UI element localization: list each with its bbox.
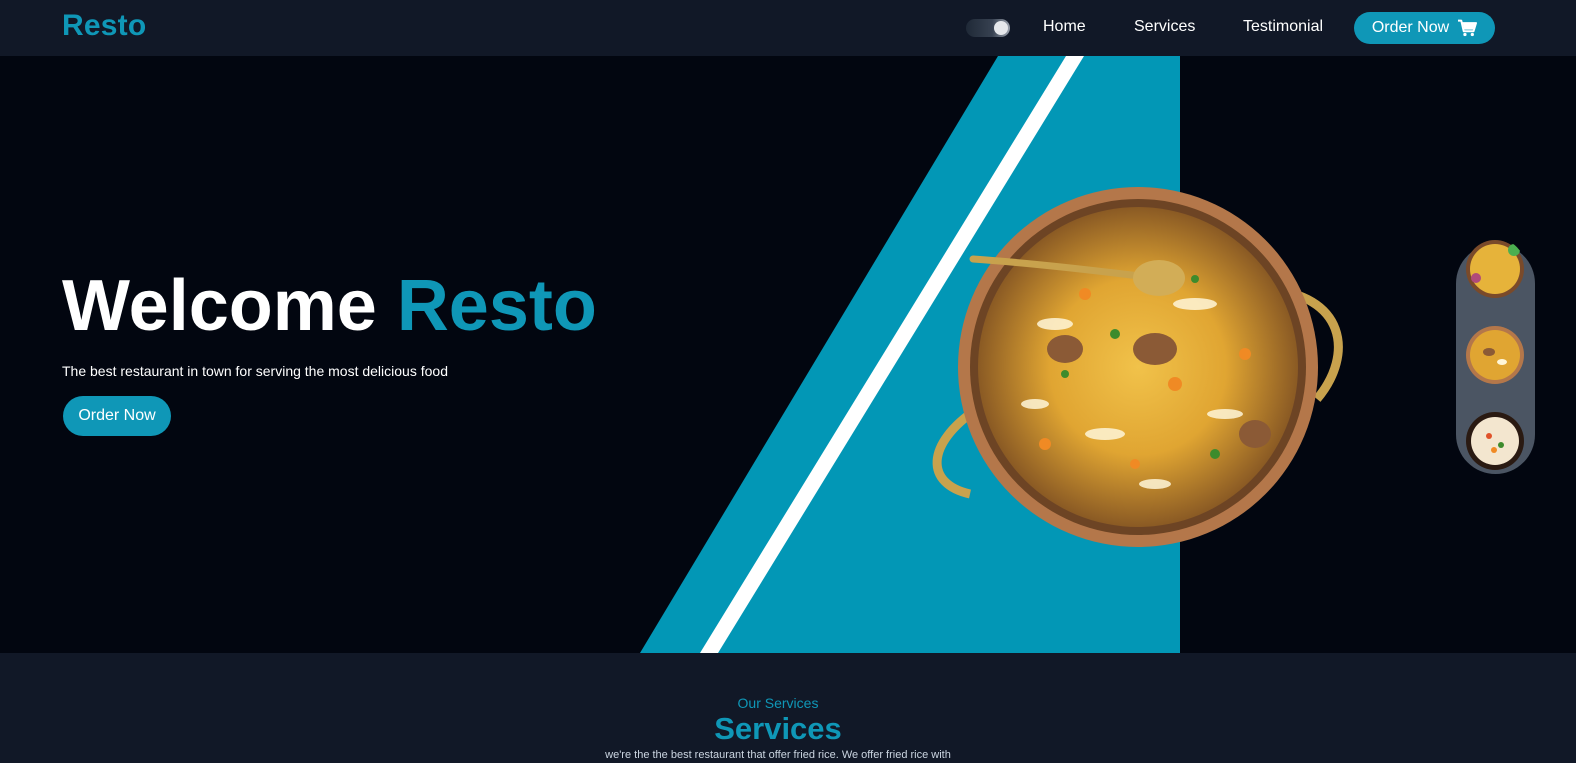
services-description: we're the the best restaurant that offer… — [605, 749, 951, 761]
dish-thumbnail-rail — [1456, 240, 1535, 474]
dish-thumbnail-1[interactable] — [1464, 238, 1526, 300]
hero-title: Welcome Resto — [62, 270, 597, 342]
hero-title-prefix: Welcome — [62, 266, 377, 346]
nav-link-testimonial[interactable]: Testimonial — [1243, 18, 1323, 36]
services-section: Our Services Services we're the the best… — [0, 653, 1576, 763]
biryani-dish-image — [932, 187, 1343, 547]
hero-section: Welcome Resto The best restaurant in tow… — [0, 56, 1576, 653]
dish-thumbnail-2[interactable] — [1464, 324, 1526, 386]
nav-link-services[interactable]: Services — [1134, 18, 1195, 36]
services-title: Services — [714, 711, 842, 746]
navbar: Resto Home Services Testimonial Order No… — [0, 0, 1576, 56]
brand-logo[interactable]: Resto — [62, 9, 146, 43]
order-now-button[interactable]: Order Now — [1354, 12, 1495, 44]
hero-title-accent: Resto — [396, 266, 597, 346]
dish-thumbnail-3[interactable] — [1464, 410, 1526, 472]
services-kicker: Our Services — [737, 695, 819, 711]
hero-order-now-button[interactable]: Order Now — [63, 396, 171, 436]
toggle-knob — [994, 21, 1008, 35]
order-now-label: Order Now — [1371, 19, 1450, 36]
cart-icon — [1458, 19, 1478, 37]
nav-link-home[interactable]: Home — [1043, 18, 1086, 36]
theme-toggle-icon[interactable] — [966, 19, 1010, 37]
hero-subtitle: The best restaurant in town for serving … — [62, 363, 448, 379]
